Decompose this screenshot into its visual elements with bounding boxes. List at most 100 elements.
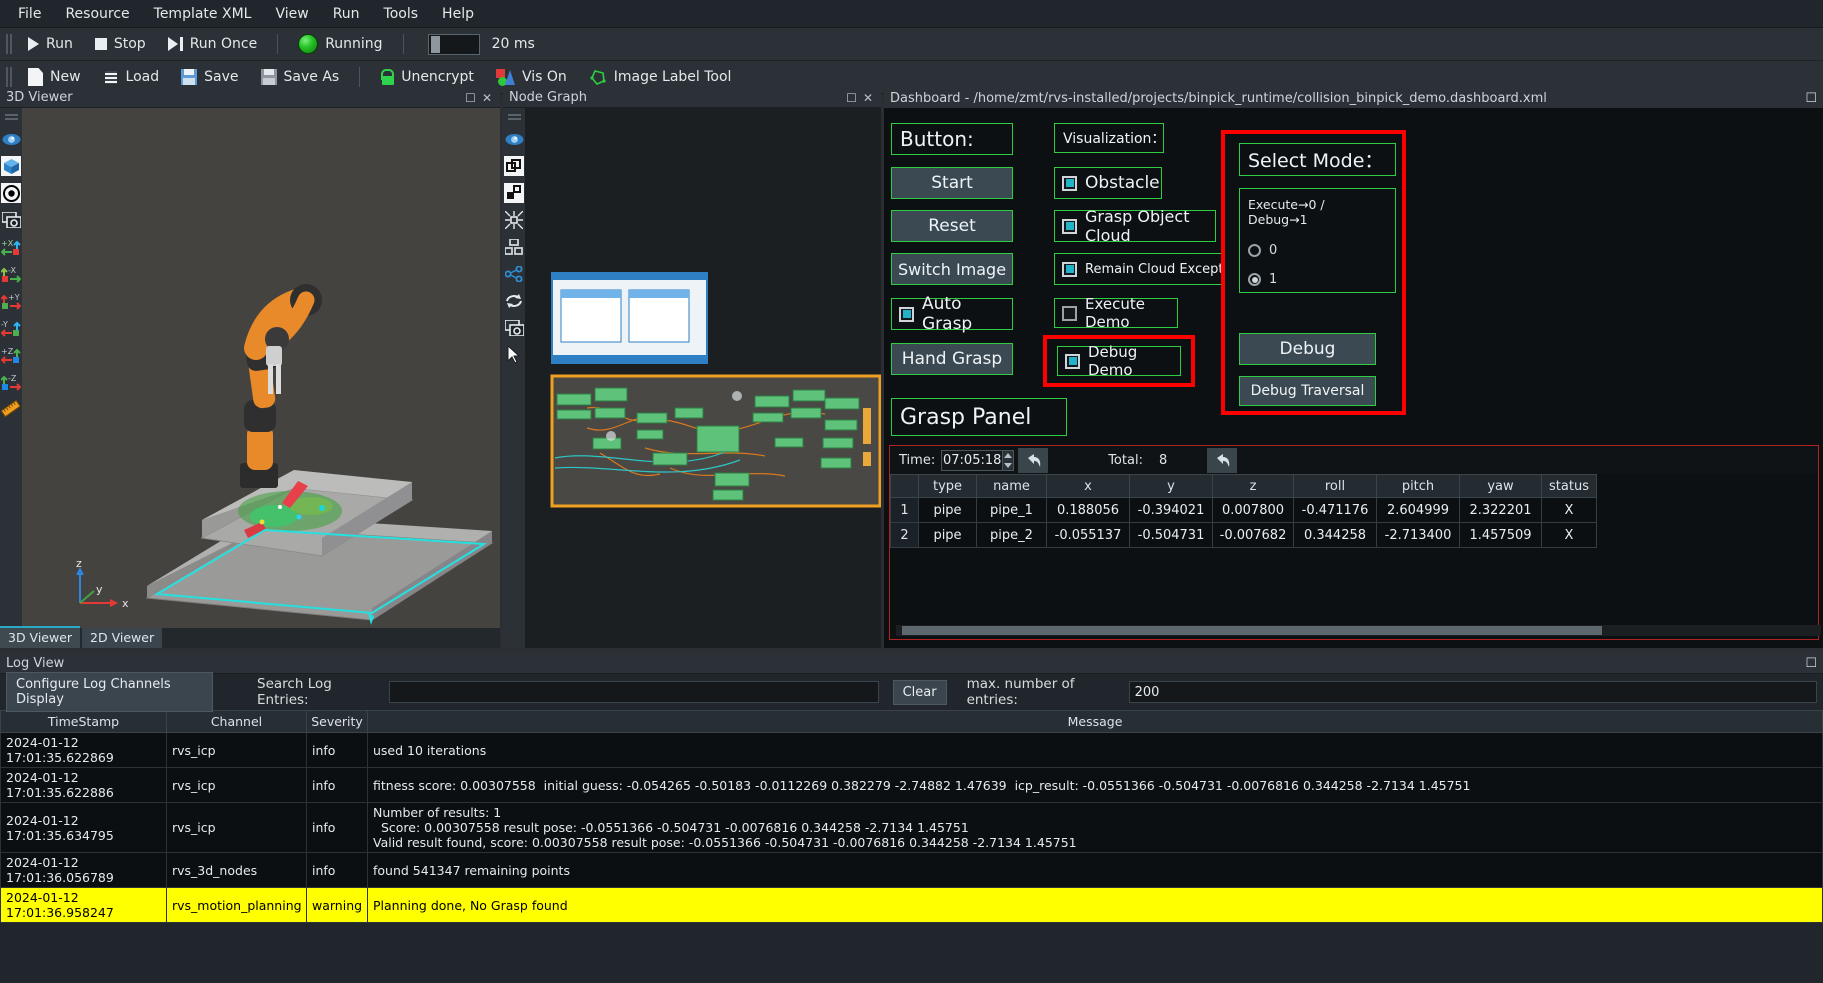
cube-icon[interactable]: [1, 156, 21, 176]
grasp-col-y[interactable]: y: [1129, 474, 1213, 498]
toolbar-grip[interactable]: [6, 34, 13, 54]
hand-grasp-button[interactable]: Hand Grasp: [891, 343, 1013, 375]
debug-button[interactable]: Debug: [1239, 333, 1376, 365]
remain-cloud-except-items-checkbox[interactable]: Remain Cloud Except Items: [1054, 253, 1224, 285]
grasp-col-yaw[interactable]: yaw: [1459, 474, 1542, 498]
stepper-down-icon[interactable]: [1004, 462, 1013, 468]
load-button[interactable]: Load: [92, 66, 171, 89]
group-icon[interactable]: [504, 156, 524, 176]
cell-name[interactable]: pipe_2: [976, 522, 1047, 548]
total-undo-button[interactable]: [1207, 447, 1238, 473]
menu-template-xml[interactable]: Template XML: [142, 2, 264, 26]
time-input[interactable]: 07:05:18: [941, 449, 1004, 471]
grasp-col-x[interactable]: x: [1046, 474, 1130, 498]
share-icon[interactable]: [504, 264, 524, 284]
save-as-button[interactable]: Save As: [250, 66, 351, 88]
axis-plus-x-icon[interactable]: +X: [1, 237, 21, 257]
grasp-col-type[interactable]: type: [918, 474, 977, 498]
dashboard-float-icon[interactable]: ☐: [1805, 91, 1817, 106]
grasp-col-pitch[interactable]: pitch: [1376, 474, 1460, 498]
cell-x[interactable]: -0.055137: [1046, 522, 1130, 548]
log-col-timestamp[interactable]: TimeStamp: [0, 710, 167, 733]
grasp-col-status[interactable]: status: [1541, 474, 1597, 498]
cell-yaw[interactable]: 2.322201: [1459, 497, 1542, 523]
axis-minus-z-icon[interactable]: -Z: [1, 372, 21, 392]
axis-plus-z-icon[interactable]: +Z: [1, 345, 21, 365]
stepper-up-icon[interactable]: [1004, 452, 1013, 458]
cell-z[interactable]: 0.007800: [1212, 497, 1294, 523]
collapse-icon[interactable]: [504, 210, 524, 230]
tab-2d-viewer[interactable]: 2D Viewer: [82, 628, 163, 648]
cell-x[interactable]: 0.188056: [1046, 497, 1130, 523]
debug-traversal-button[interactable]: Debug Traversal: [1239, 376, 1376, 406]
grasp-col-index[interactable]: [890, 474, 919, 498]
log-col-severity[interactable]: Severity: [306, 710, 368, 733]
toolbar-handle[interactable]: [4, 114, 18, 120]
node-graph-float-icon[interactable]: ☐: [846, 91, 857, 105]
mode-radio-1[interactable]: 1: [1248, 272, 1387, 287]
search-log-input[interactable]: [389, 681, 879, 703]
image-label-tool-button[interactable]: Image Label Tool: [578, 66, 743, 89]
time-undo-button[interactable]: [1018, 447, 1049, 473]
menu-file[interactable]: File: [6, 2, 53, 26]
close-icon[interactable]: ✕: [482, 91, 492, 105]
run-once-button[interactable]: Run Once: [157, 33, 269, 55]
cell-yaw[interactable]: 1.457509: [1459, 522, 1542, 548]
cell-status[interactable]: X: [1541, 497, 1597, 523]
axis-minus-x-icon[interactable]: -X: [1, 264, 21, 284]
cursor-icon[interactable]: [504, 345, 524, 365]
max-entries-input[interactable]: 200: [1128, 681, 1817, 703]
file-toolbar-grip[interactable]: [6, 67, 13, 87]
ungroup-icon[interactable]: [504, 183, 524, 203]
save-button[interactable]: Save: [170, 66, 249, 88]
cell-roll[interactable]: 0.344258: [1293, 522, 1377, 548]
cell-type[interactable]: pipe: [918, 497, 977, 523]
new-button[interactable]: New: [17, 65, 92, 89]
node-graph-close-icon[interactable]: ✕: [863, 91, 873, 105]
menu-resource[interactable]: Resource: [53, 2, 141, 26]
clear-log-button[interactable]: Clear: [892, 679, 947, 705]
menu-tools[interactable]: Tools: [372, 2, 431, 26]
menu-help[interactable]: Help: [430, 2, 486, 26]
layout-icon[interactable]: [504, 237, 524, 257]
node-graph-toolbar-handle[interactable]: [507, 114, 521, 120]
mode-radio-0[interactable]: 0: [1248, 243, 1387, 258]
reset-button[interactable]: Reset: [891, 210, 1013, 242]
screenshot-icon[interactable]: [504, 318, 524, 338]
interval-slider-group[interactable]: 20 ms: [413, 31, 546, 58]
refresh-icon[interactable]: [504, 291, 524, 311]
cell-roll[interactable]: -0.471176: [1293, 497, 1377, 523]
log-view-float-icon[interactable]: ☐: [1805, 656, 1817, 671]
cell-name[interactable]: pipe_1: [976, 497, 1047, 523]
debug-demo-checkbox[interactable]: Debug Demo: [1057, 343, 1181, 379]
cell-y[interactable]: -0.504731: [1129, 522, 1213, 548]
grasp-table-hscrollbar[interactable]: [896, 625, 1821, 636]
cell-pitch[interactable]: -2.713400: [1376, 522, 1460, 548]
cell-z[interactable]: -0.007682: [1212, 522, 1294, 548]
time-stepper[interactable]: [1003, 449, 1015, 471]
execute-demo-checkbox[interactable]: Execute Demo: [1054, 295, 1178, 331]
log-row[interactable]: 2024-01-12 17:01:35.634795 rvs_icp info …: [0, 802, 1823, 853]
unencrypt-button[interactable]: Unencrypt: [369, 66, 485, 88]
scrollbar-thumb[interactable]: [902, 626, 1602, 635]
vis-on-button[interactable]: Vis On: [485, 66, 578, 89]
ruler-icon[interactable]: [1, 399, 21, 419]
eye-icon[interactable]: [1, 129, 21, 149]
tab-3d-viewer[interactable]: 3D Viewer: [0, 626, 81, 648]
axis-minus-y-icon[interactable]: -Y: [1, 318, 21, 338]
eye-icon[interactable]: [504, 129, 524, 149]
axis-plus-y-icon[interactable]: +Y: [1, 291, 21, 311]
obstacle-checkbox[interactable]: Obstacle: [1054, 167, 1162, 199]
viewer-3d-scene[interactable]: x y z: [22, 108, 500, 628]
log-row[interactable]: 2024-01-12 17:01:35.622886 rvs_icp info …: [0, 767, 1823, 803]
auto-grasp-checkbox[interactable]: Auto Grasp: [891, 294, 1013, 334]
cell-status[interactable]: X: [1541, 522, 1597, 548]
target-icon[interactable]: [1, 183, 21, 203]
cell-pitch[interactable]: 2.604999: [1376, 497, 1460, 523]
run-button[interactable]: Run: [17, 33, 84, 55]
interval-slider[interactable]: [427, 33, 480, 55]
grasp-col-name[interactable]: name: [976, 474, 1047, 498]
log-row[interactable]: 2024-01-12 17:01:36.056789 rvs_3d_nodes …: [0, 852, 1823, 888]
log-col-message[interactable]: Message: [367, 710, 1823, 733]
cell-type[interactable]: pipe: [918, 522, 977, 548]
